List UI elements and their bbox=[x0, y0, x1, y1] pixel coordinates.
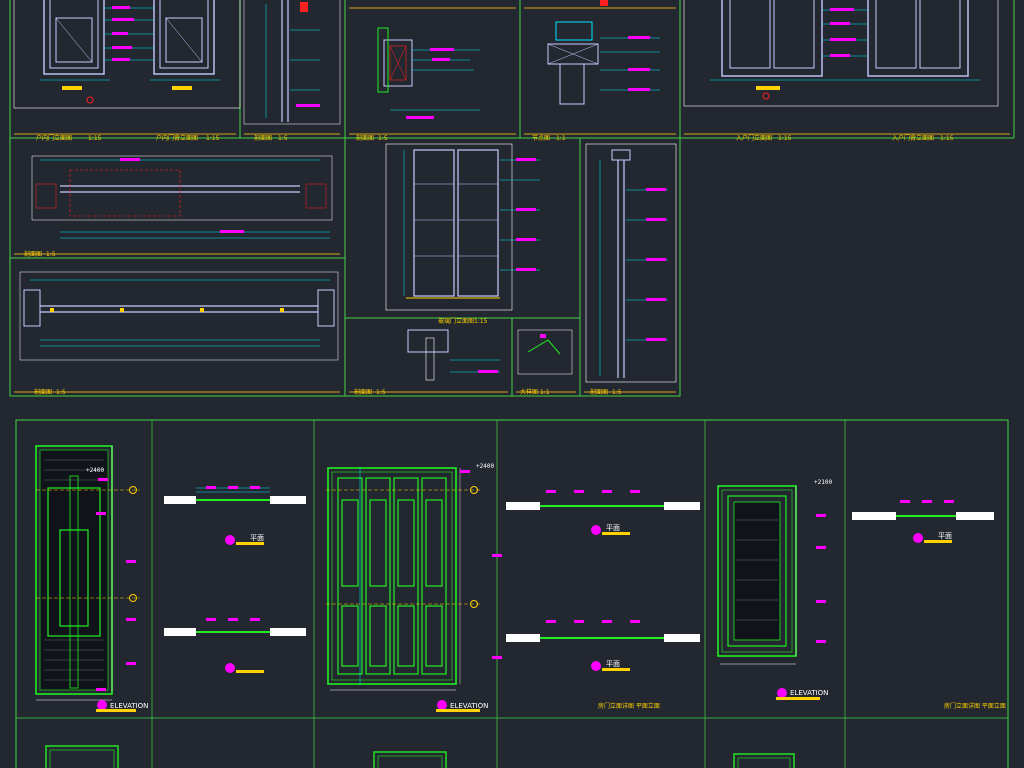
cad-drawing-canvas: 户内门立面图 1:15 户内门背立面图 1:15 剖面图 1:5 剖面图 1:5… bbox=[9, 0, 1015, 768]
door1-plan: 平面 bbox=[164, 486, 306, 673]
title-door-elev-right: 户内门背立面图 bbox=[156, 134, 198, 142]
title-glass-door-scale: 1:15 bbox=[474, 318, 488, 325]
door3-level-mark: +2100 bbox=[814, 479, 832, 486]
door3-plan: 平面 房门立面详图 平面立面 bbox=[852, 500, 1006, 710]
door3-plan-label: 平面 bbox=[938, 532, 952, 540]
title-entry-front-scale: 1:15 bbox=[778, 135, 792, 142]
side-section bbox=[243, 0, 341, 125]
title-long-section: 剖面图 bbox=[590, 388, 608, 396]
title-long-section-scale: 1:5 bbox=[612, 389, 622, 396]
door2-plan: 平面 平面 房门立面详图 平面立面 bbox=[506, 490, 700, 710]
title-detail-d-scale: 1:1 bbox=[540, 389, 550, 396]
title-detail-c-scale: 1:5 bbox=[376, 389, 386, 396]
glass-door-elevation bbox=[385, 143, 540, 311]
detail-c bbox=[407, 329, 500, 381]
title-plan-top-scale: 1:5 bbox=[46, 251, 56, 258]
door2-caption: 房门立面详图 平面立面 bbox=[598, 702, 660, 710]
plan-bottom bbox=[19, 271, 339, 361]
door1-level-mark: +2400 bbox=[86, 467, 104, 474]
entry-door-elevation bbox=[683, 0, 999, 107]
upper-sheet: 户内门立面图 1:15 户内门背立面图 1:15 剖面图 1:5 剖面图 1:5… bbox=[9, 0, 1015, 397]
section-b bbox=[547, 0, 660, 105]
lower-sheet: +2400 ELEVATION 平面 +2400 ELEVATION 平面 平面… bbox=[15, 419, 1009, 768]
title-section-b-scale: 1:1 bbox=[556, 135, 566, 142]
title-door-elev-left-scale: 1:15 bbox=[88, 135, 102, 142]
door2-elevation: +2400 ELEVATION bbox=[326, 463, 502, 712]
door1-elevation: +2400 ELEVATION bbox=[35, 445, 148, 712]
title-plan-bottom-scale: 1:5 bbox=[56, 389, 66, 396]
door2-plan-b-label: 平面 bbox=[606, 660, 620, 668]
title-detail-d: 大样图 bbox=[520, 388, 538, 396]
title-entry-back: 入户门背立面图 bbox=[892, 134, 934, 142]
door2-level-mark: +2400 bbox=[476, 463, 494, 470]
door2-plan-a-label: 平面 bbox=[606, 524, 620, 532]
long-section bbox=[585, 143, 677, 383]
title-plan-bottom: 剖面图 bbox=[34, 388, 52, 396]
title-section-a-scale: 1:5 bbox=[378, 135, 388, 142]
door2-elevation-label: ELEVATION bbox=[450, 702, 488, 710]
door3-elevation: +2100 ELEVATION bbox=[717, 479, 832, 700]
door3-caption: 房门立面详图 平面立面 bbox=[944, 702, 1006, 710]
title-detail-c: 剖面图 bbox=[354, 388, 372, 396]
title-section-a: 剖面图 bbox=[356, 134, 374, 142]
title-glass-door: 玻璃门立面图 bbox=[438, 317, 474, 325]
door-elevation-left bbox=[40, 0, 220, 104]
title-side-section-scale: 1:5 bbox=[278, 135, 288, 142]
title-section-b: 节点图 bbox=[532, 134, 550, 142]
title-entry-front: 入户门立面图 bbox=[736, 134, 772, 142]
detail-d bbox=[517, 329, 573, 375]
door1-plan-label: 平面 bbox=[250, 534, 264, 542]
door1-elevation-label: ELEVATION bbox=[110, 702, 148, 710]
title-plan-top: 剖面图 bbox=[24, 250, 42, 258]
lower-row-door-heads bbox=[45, 745, 795, 768]
plan-top bbox=[31, 155, 333, 239]
section-a bbox=[377, 27, 480, 119]
door3-elevation-label: ELEVATION bbox=[790, 689, 828, 697]
title-entry-back-scale: 1:15 bbox=[940, 135, 954, 142]
title-door-elev-left: 户内门立面图 bbox=[36, 134, 72, 142]
title-side-section: 剖面图 bbox=[254, 134, 272, 142]
lower-sheet-frame bbox=[15, 419, 1009, 768]
title-door-elev-right-scale: 1:15 bbox=[206, 135, 220, 142]
